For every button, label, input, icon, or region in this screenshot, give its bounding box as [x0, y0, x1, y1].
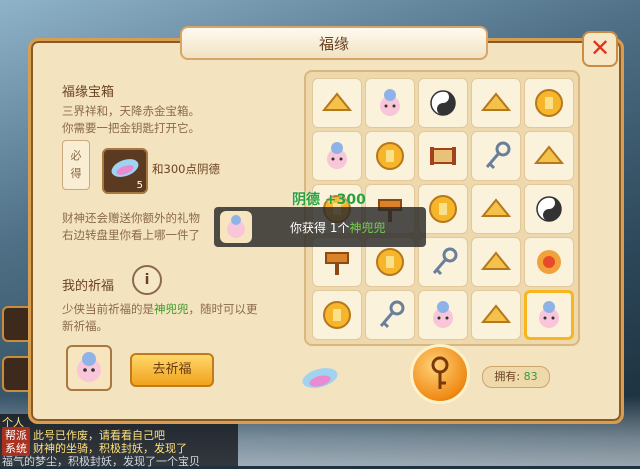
prize-cell[interactable] [471, 131, 521, 181]
key-icon [432, 247, 458, 276]
prize-cell[interactable] [365, 290, 415, 340]
prize-cell[interactable] [524, 131, 574, 181]
baby-icon [327, 142, 347, 169]
key-icon [431, 356, 449, 389]
prize-cell[interactable] [312, 290, 362, 340]
owned-count: 拥有: 83 [482, 366, 550, 388]
prize-cell[interactable] [418, 290, 468, 340]
gold-coin-icon [323, 301, 351, 329]
gold-coin-icon [429, 195, 457, 223]
popup-text: 你获得 1个神兜兜 [290, 221, 386, 235]
feather-key-icon [296, 362, 344, 398]
prize-cell[interactable] [312, 131, 362, 181]
prize-cell[interactable] [365, 78, 415, 128]
baby-icon [77, 352, 101, 382]
gold-ingot-icon [480, 304, 512, 323]
prize-cell[interactable] [524, 78, 574, 128]
gold-ingot-icon [480, 92, 512, 111]
prize-cell[interactable] [365, 131, 415, 181]
gold-ingot-icon [480, 198, 512, 217]
scroll-icon [430, 147, 456, 165]
prize-cell[interactable] [418, 131, 468, 181]
gold-ingot-icon [533, 145, 565, 164]
key-count: 5 [136, 180, 143, 191]
hammer-icon [325, 252, 349, 275]
prize-cell[interactable] [471, 184, 521, 234]
yinyang-icon [430, 90, 456, 116]
prayer-desc: 少侠当前祈福的是神兜兜，随时可以更新祈福。 [62, 302, 258, 333]
treasure-desc: 三界祥和，天降赤金宝箱。 你需要一把金钥匙打开它。 [62, 104, 200, 135]
yinyang-icon [536, 196, 562, 222]
prize-cell[interactable] [524, 290, 574, 340]
fire-orb-icon [537, 250, 561, 274]
gold-coin-icon [376, 142, 404, 170]
gold-coin-icon [376, 248, 404, 276]
current-prayer-item: 神兜兜 [154, 302, 189, 316]
prize-cell[interactable] [524, 237, 574, 287]
info-button[interactable]: i [132, 265, 162, 295]
title-bar: 福缘 [180, 26, 488, 60]
window-title: 福缘 [318, 35, 349, 53]
prayer-item-slot[interactable] [66, 345, 112, 391]
baby-icon [380, 89, 400, 116]
prize-cell[interactable] [524, 184, 574, 234]
key-icon [485, 141, 511, 170]
gold-coin-icon [535, 89, 563, 117]
prize-cell[interactable] [312, 78, 362, 128]
treasure-title: 福缘宝箱 [62, 85, 115, 100]
reward-text: 和300点阴德 [152, 162, 220, 176]
bonus-text: 阴德 +300 [292, 192, 366, 208]
close-button[interactable]: ✕ [582, 31, 618, 67]
baby-icon [433, 301, 453, 328]
gold-ingot-icon [480, 251, 512, 270]
baby-icon [220, 211, 252, 243]
chat-line: 福气的梦尘，积极封妖，发现了一个宝贝 [2, 455, 200, 468]
prize-cell[interactable] [471, 78, 521, 128]
draw-key-button[interactable] [410, 344, 470, 404]
prize-cell[interactable] [471, 290, 521, 340]
gold-ingot-icon [321, 92, 353, 111]
reward-popup: 你获得 1个神兜兜 [214, 207, 426, 247]
prize-cell[interactable] [471, 237, 521, 287]
must-get-label: 必 得 [62, 140, 90, 190]
prayer-title: 我的祈福 [62, 279, 115, 294]
key-item-slot[interactable]: 5 [102, 148, 148, 194]
baby-icon [539, 301, 559, 328]
prize-cell[interactable] [418, 78, 468, 128]
key-icon [379, 300, 405, 329]
go-pray-button[interactable]: 去祈福 [130, 353, 214, 387]
